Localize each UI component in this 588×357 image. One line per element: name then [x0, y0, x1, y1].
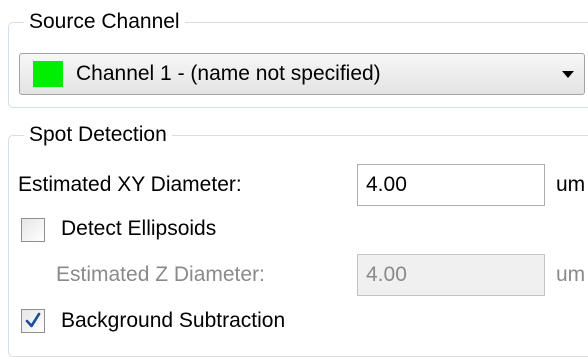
- channel-selected-label: Channel 1 - (name not specified): [76, 62, 381, 85]
- channel-dropdown[interactable]: Channel 1 - (name not specified): [19, 53, 585, 95]
- z-diameter-label: Estimated Z Diameter:: [56, 263, 265, 286]
- chevron-down-icon[interactable]: [562, 71, 574, 78]
- source-channel-title: Source Channel: [24, 10, 185, 34]
- z-diameter-unit: um: [556, 263, 586, 286]
- detect-ellipsoids-label[interactable]: Detect Ellipsoids: [61, 216, 216, 242]
- detect-ellipsoids-checkbox[interactable]: [21, 218, 45, 242]
- spot-detection-title: Spot Detection: [24, 123, 172, 147]
- background-subtraction-checkbox[interactable]: [21, 309, 45, 333]
- xy-diameter-label: Estimated XY Diameter:: [18, 173, 242, 196]
- xy-diameter-unit: um: [556, 173, 586, 196]
- background-subtraction-label[interactable]: Background Subtraction: [61, 308, 285, 334]
- checkmark-icon: [25, 312, 41, 328]
- channel-color-swatch: [33, 61, 63, 87]
- xy-diameter-input[interactable]: 4.00: [357, 164, 545, 206]
- z-diameter-input[interactable]: 4.00: [357, 254, 545, 296]
